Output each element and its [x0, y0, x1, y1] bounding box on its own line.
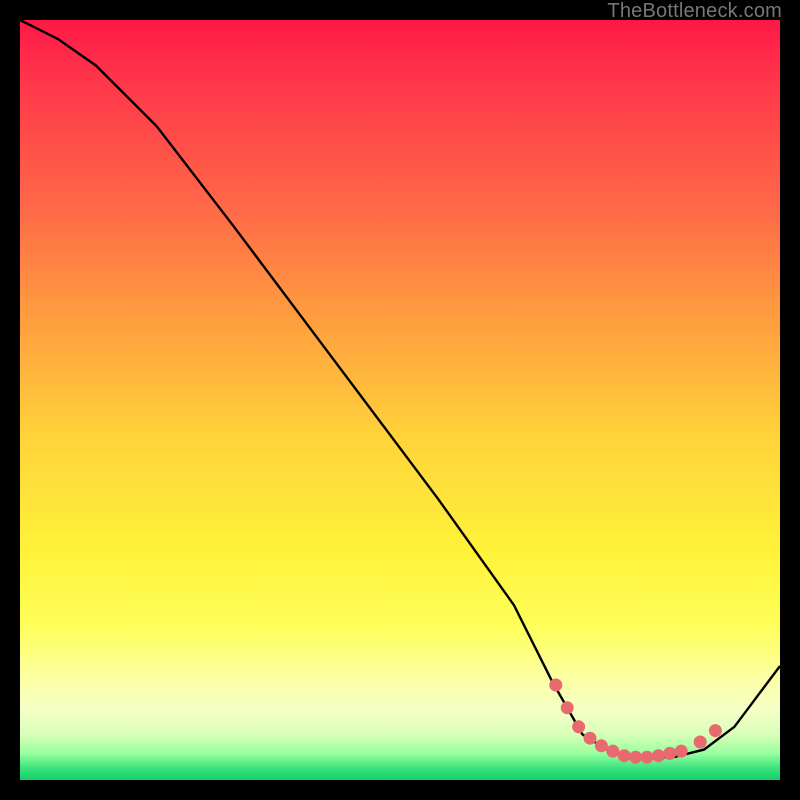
- chart-stage: TheBottleneck.com: [0, 0, 800, 800]
- marker-dot: [652, 749, 665, 762]
- marker-dot: [618, 749, 631, 762]
- marker-dot: [641, 751, 654, 764]
- curve-path: [20, 20, 780, 757]
- plot-area: [20, 20, 780, 780]
- marker-dot: [629, 751, 642, 764]
- marker-dot: [663, 747, 676, 760]
- marker-dot: [675, 745, 688, 758]
- marker-dot: [584, 732, 597, 745]
- marker-group: [549, 679, 722, 764]
- marker-dot: [709, 724, 722, 737]
- curve-svg: [20, 20, 780, 780]
- marker-dot: [561, 701, 574, 714]
- marker-dot: [606, 745, 619, 758]
- marker-dot: [549, 679, 562, 692]
- marker-dot: [694, 736, 707, 749]
- marker-dot: [595, 739, 608, 752]
- marker-dot: [572, 720, 585, 733]
